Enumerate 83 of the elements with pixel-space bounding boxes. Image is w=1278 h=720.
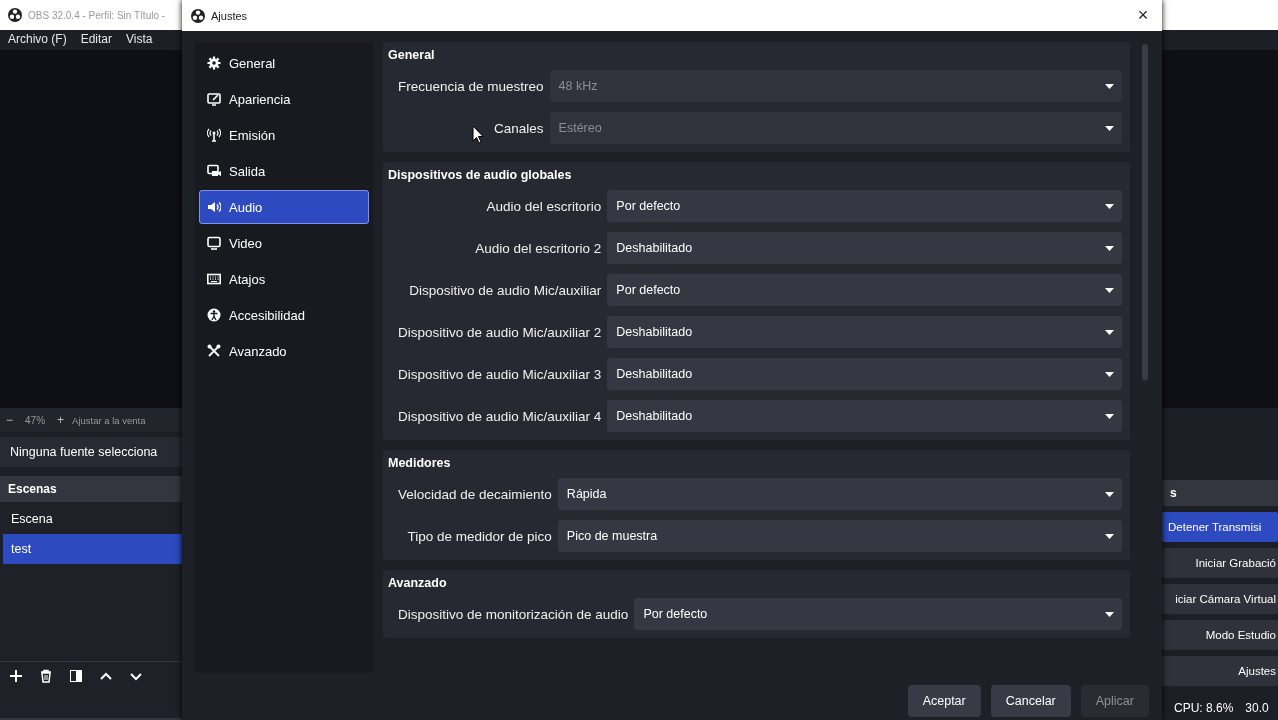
- scene-item[interactable]: test: [3, 534, 182, 564]
- antenna-icon: [207, 128, 221, 142]
- dropdown[interactable]: Deshabilitado: [607, 358, 1122, 390]
- dialog-button[interactable]: Aceptar: [907, 685, 981, 717]
- field-label: Frecuencia de muestreo: [397, 78, 544, 94]
- sidebar-item[interactable]: Avanzado: [199, 334, 369, 368]
- caret-down-icon: [1105, 245, 1114, 251]
- control-button[interactable]: iciar Cámara Virtual: [1162, 584, 1278, 614]
- menu-item[interactable]: Vista: [126, 32, 153, 48]
- caret-down-icon: [1105, 125, 1114, 131]
- sidebar-item[interactable]: Atajos: [199, 262, 369, 296]
- window-title: OBS 32.0.4 - Perfil: Sin Título -: [28, 9, 166, 21]
- field-label: Dispositivo de monitorización de audio: [397, 606, 629, 622]
- caret-down-icon: [1105, 329, 1114, 335]
- filter-icon[interactable]: [69, 669, 83, 683]
- control-button[interactable]: Iniciar Grabació: [1162, 548, 1278, 578]
- field-label: Audio del escritorio: [485, 198, 602, 214]
- source-label: Ninguna fuente selecciona: [10, 445, 158, 459]
- sidebar-item[interactable]: Accesibilidad: [199, 298, 369, 332]
- control-button[interactable]: Detener Transmisi: [1162, 512, 1278, 542]
- pointer-cursor-icon: [472, 125, 484, 144]
- fit-button[interactable]: Ajustar a la venta: [70, 414, 146, 426]
- field-label: Dispositivo de audio Mic/auxiliar: [408, 282, 602, 298]
- sidebar-item[interactable]: Salida: [199, 154, 369, 188]
- window-title: Ajustes: [211, 9, 249, 22]
- dock-title: Escenas: [8, 482, 57, 496]
- zoom-out-button[interactable]: −: [2, 413, 17, 427]
- dropdown[interactable]: Rápida: [557, 478, 1122, 510]
- gear-icon: [207, 56, 221, 70]
- monitor-pen-icon: [207, 92, 221, 106]
- caret-down-icon: [1105, 491, 1114, 497]
- status-text: 30.0: [1245, 701, 1269, 715]
- scene-item[interactable]: Escena: [3, 504, 182, 534]
- caret-down-icon: [1105, 203, 1114, 209]
- field-label: Tipo de medidor de pico: [406, 528, 552, 544]
- app-logo-icon: [8, 8, 22, 22]
- tools-icon: [207, 344, 221, 358]
- caret-down-icon: [1105, 83, 1114, 89]
- zoom-in-button[interactable]: +: [53, 413, 69, 427]
- dropdown[interactable]: Deshabilitado: [607, 400, 1122, 432]
- sidebar-item[interactable]: Emisión: [199, 118, 369, 152]
- dropdown[interactable]: Deshabilitado: [607, 232, 1122, 264]
- status-text: CPU: 8.6%: [1174, 701, 1234, 715]
- monitor-camera-icon: [207, 164, 221, 178]
- caret-down-icon: [1105, 533, 1114, 539]
- control-button[interactable]: Ajustes: [1162, 656, 1278, 686]
- menu-item[interactable]: Editar: [80, 32, 113, 48]
- person-circle-icon: [207, 308, 221, 322]
- sidebar-item[interactable]: Apariencia: [199, 82, 369, 116]
- dropdown[interactable]: Por defecto: [607, 274, 1122, 306]
- group-title: Avanzado: [388, 576, 448, 590]
- caret-down-icon: [1105, 287, 1114, 293]
- field-label: Dispositivo de audio Mic/auxiliar 2: [397, 324, 602, 340]
- group-title: Dispositivos de audio globales: [388, 168, 573, 182]
- add-icon[interactable]: [9, 669, 23, 683]
- sidebar-item[interactable]: Video: [199, 226, 369, 260]
- caret-down-icon: [1105, 371, 1114, 377]
- dropdown[interactable]: Pico de muestra: [557, 520, 1122, 552]
- sidebar-item[interactable]: Audio: [199, 190, 369, 224]
- dropdown[interactable]: Deshabilitado: [607, 316, 1122, 348]
- speaker-icon: [207, 200, 221, 214]
- dock-title: s: [1170, 486, 1177, 500]
- control-button[interactable]: Modo Estudio: [1162, 620, 1278, 650]
- dropdown[interactable]: Por defecto: [607, 190, 1122, 222]
- caret-down-icon: [1105, 413, 1114, 419]
- menu-item[interactable]: Archivo (F): [8, 32, 67, 48]
- sidebar-item[interactable]: General: [199, 46, 369, 80]
- monitor-icon: [207, 236, 221, 250]
- dialog-button[interactable]: Cancelar: [990, 685, 1071, 717]
- field-label: Dispositivo de audio Mic/auxiliar 3: [397, 366, 602, 382]
- field-label: Audio del escritorio 2: [474, 240, 602, 256]
- caret-down-icon: [1105, 611, 1114, 617]
- trash-icon[interactable]: [39, 669, 53, 683]
- field-label: Velocidad de decaimiento: [397, 486, 552, 502]
- group-title: General: [388, 48, 436, 62]
- keyboard-icon: [207, 272, 221, 286]
- field-label: Canales: [493, 120, 544, 136]
- zoom-level: 47%: [24, 414, 47, 426]
- close-button[interactable]: ×: [1128, 1, 1158, 30]
- app-logo-icon: [191, 8, 205, 23]
- group-title: Medidores: [388, 456, 452, 470]
- field-label: Dispositivo de audio Mic/auxiliar 4: [397, 408, 602, 424]
- dropdown[interactable]: Por defecto: [634, 598, 1122, 630]
